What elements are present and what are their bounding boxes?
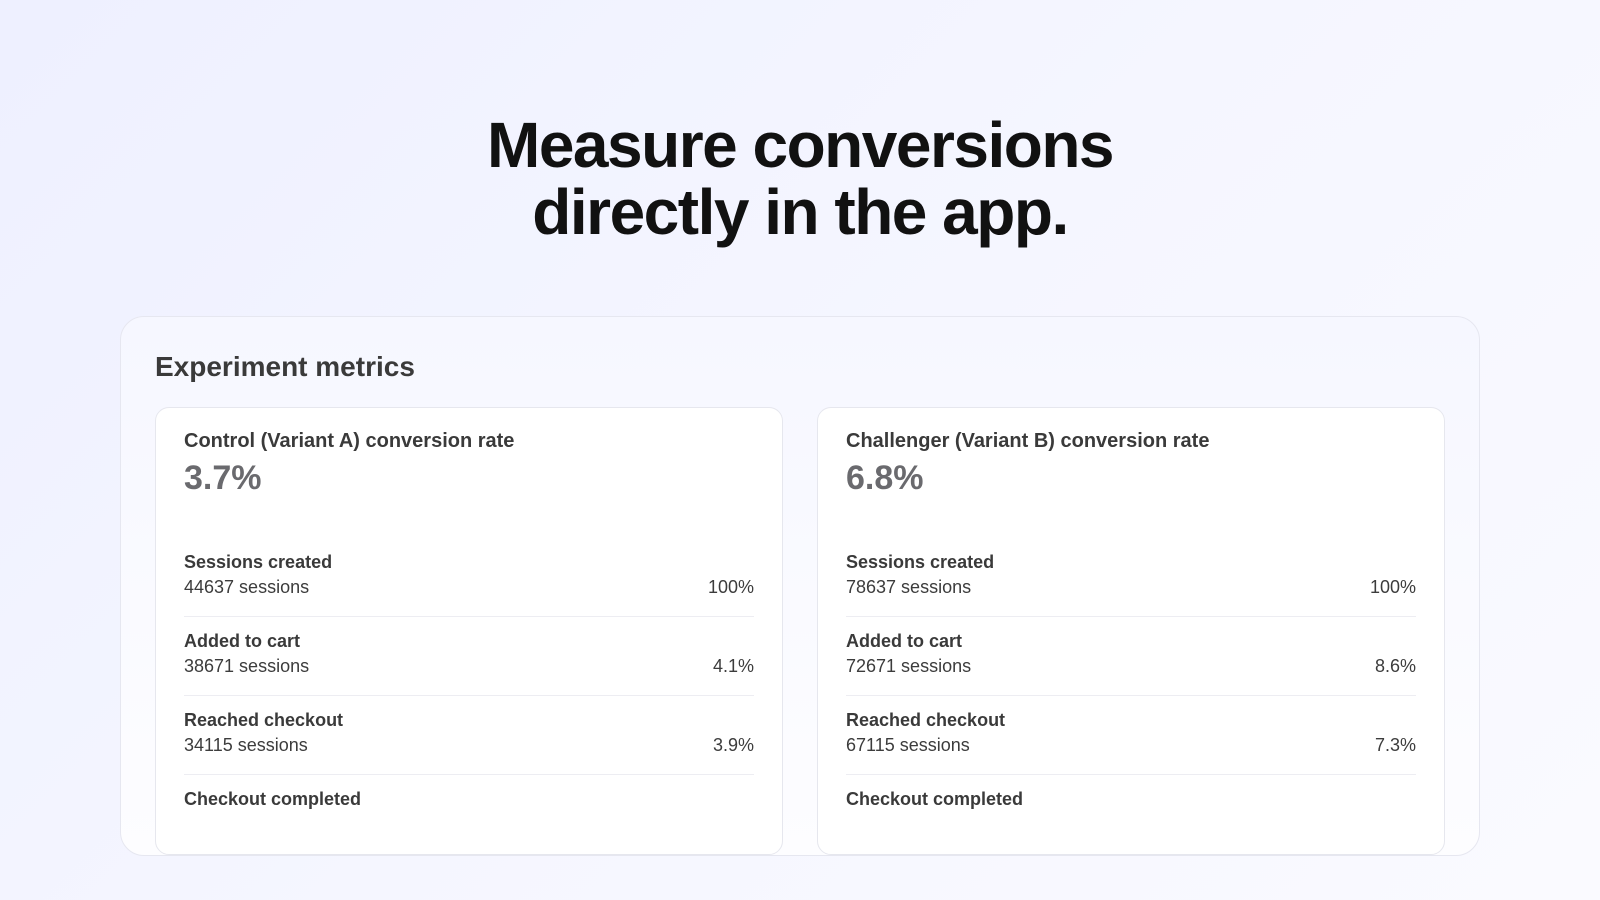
funnel-step: Sessions created 44637 sessions 100% bbox=[184, 538, 754, 617]
step-label: Added to cart bbox=[846, 631, 1416, 652]
variant-b-title: Challenger (Variant B) conversion rate bbox=[846, 430, 1416, 453]
step-count: 78637 sessions bbox=[846, 577, 971, 598]
headline-line-1: Measure conversions bbox=[487, 109, 1113, 181]
funnel-step: Added to cart 38671 sessions 4.1% bbox=[184, 617, 754, 696]
step-pct: 8.6% bbox=[1375, 656, 1416, 677]
step-label: Reached checkout bbox=[846, 710, 1416, 731]
step-values: 38671 sessions 4.1% bbox=[184, 656, 754, 677]
variant-b-rate: 6.8% bbox=[846, 459, 1416, 498]
step-label: Checkout completed bbox=[846, 789, 1416, 810]
step-values: 44637 sessions 100% bbox=[184, 577, 754, 598]
funnel-step: Reached checkout 34115 sessions 3.9% bbox=[184, 696, 754, 775]
step-label: Sessions created bbox=[184, 552, 754, 573]
step-label: Reached checkout bbox=[184, 710, 754, 731]
step-count: 44637 sessions bbox=[184, 577, 309, 598]
step-values: 34115 sessions 3.9% bbox=[184, 735, 754, 756]
step-pct: 100% bbox=[1370, 577, 1416, 598]
step-count: 72671 sessions bbox=[846, 656, 971, 677]
step-pct: 3.9% bbox=[713, 735, 754, 756]
variant-cards-row: Control (Variant A) conversion rate 3.7%… bbox=[121, 407, 1479, 855]
experiment-metrics-panel: Experiment metrics Control (Variant A) c… bbox=[120, 316, 1480, 856]
step-values: 78637 sessions 100% bbox=[846, 577, 1416, 598]
headline-line-2: directly in the app. bbox=[532, 176, 1067, 248]
step-label: Checkout completed bbox=[184, 789, 754, 810]
funnel-step: Reached checkout 67115 sessions 7.3% bbox=[846, 696, 1416, 775]
step-pct: 7.3% bbox=[1375, 735, 1416, 756]
step-count: 34115 sessions bbox=[184, 735, 308, 756]
step-pct: 4.1% bbox=[713, 656, 754, 677]
variant-a-rate: 3.7% bbox=[184, 459, 754, 498]
step-label: Sessions created bbox=[846, 552, 1416, 573]
step-values: 67115 sessions 7.3% bbox=[846, 735, 1416, 756]
variant-card-control: Control (Variant A) conversion rate 3.7%… bbox=[155, 407, 783, 855]
panel-heading: Experiment metrics bbox=[121, 345, 1479, 407]
step-label: Added to cart bbox=[184, 631, 754, 652]
step-pct: 100% bbox=[708, 577, 754, 598]
funnel-step: Checkout completed bbox=[184, 775, 754, 832]
variant-card-challenger: Challenger (Variant B) conversion rate 6… bbox=[817, 407, 1445, 855]
step-count: 67115 sessions bbox=[846, 735, 970, 756]
step-values: 72671 sessions 8.6% bbox=[846, 656, 1416, 677]
funnel-step: Sessions created 78637 sessions 100% bbox=[846, 538, 1416, 617]
variant-a-title: Control (Variant A) conversion rate bbox=[184, 430, 754, 453]
page-title: Measure conversions directly in the app. bbox=[0, 0, 1600, 246]
funnel-step: Added to cart 72671 sessions 8.6% bbox=[846, 617, 1416, 696]
step-count: 38671 sessions bbox=[184, 656, 309, 677]
funnel-step: Checkout completed bbox=[846, 775, 1416, 832]
